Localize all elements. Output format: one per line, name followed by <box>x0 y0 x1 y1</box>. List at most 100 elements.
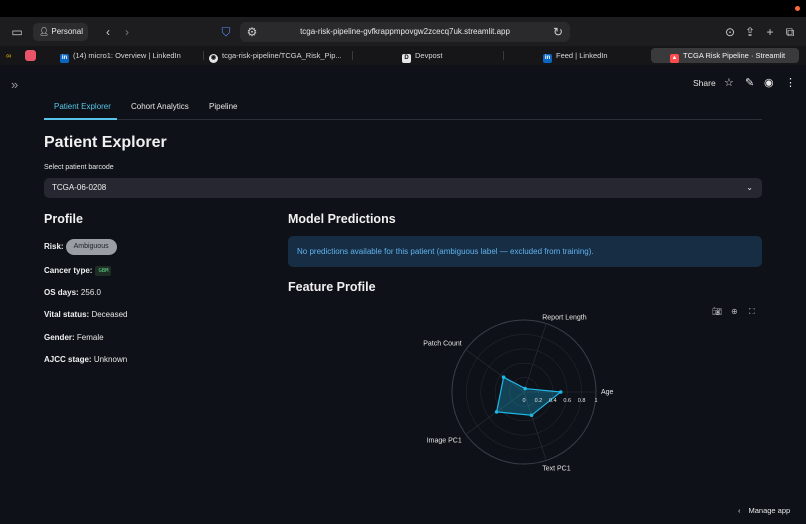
edit-icon[interactable]: ✎ <box>745 76 754 89</box>
tab-label: Devpost <box>415 51 443 60</box>
linkedin-icon: in <box>543 54 552 63</box>
radar-axis-label: Image PC1 <box>427 437 462 444</box>
browser-tab-bar: ∞ in (14) micro1: Overview | LinkedIn ◉ tc… <box>0 46 806 65</box>
ajcc-stage-row: AJCC stage: Unknown <box>44 355 127 364</box>
address-bar[interactable]: ⚙ tcga-risk-pipeline-gvfkrappmpovgw2zcec… <box>240 22 570 42</box>
cancer-type-code: GBM <box>95 266 112 276</box>
vital-status-value: Deceased <box>91 310 128 319</box>
model-predictions-heading: Model Predictions <box>288 212 396 226</box>
radar-data-point <box>501 375 506 379</box>
recording-indicator <box>795 6 800 11</box>
share-icon[interactable]: ⇪ <box>742 24 758 40</box>
pinned-tab-icon[interactable] <box>25 50 36 61</box>
menu-strip <box>0 0 806 17</box>
radar-axis-label: Age <box>601 389 614 396</box>
ajcc-stage-value: Unknown <box>93 355 128 364</box>
chevron-down-icon: ⌄ <box>746 183 753 192</box>
info-alert: No predictions available for this patien… <box>288 236 762 267</box>
browser-tab-streamlit[interactable]: ▲ TCGA Risk Pipeline · Streamlit <box>651 48 799 63</box>
new-tab-icon[interactable]: + <box>762 24 778 40</box>
tab-label: (14) micro1: Overview | LinkedIn <box>73 51 181 60</box>
person-icon: 👤︎ <box>39 27 50 36</box>
zoom-icon[interactable]: ⊕ <box>731 307 738 316</box>
browser-tab-linkedin-micro1[interactable]: in (14) micro1: Overview | LinkedIn <box>60 48 200 63</box>
tab-label: Feed | LinkedIn <box>556 51 608 60</box>
radar-tick-label: 0.2 <box>535 398 543 404</box>
radar-axis-label: Patch Count <box>423 341 462 348</box>
feature-profile-heading: Feature Profile <box>288 280 376 294</box>
tab-separator <box>203 51 204 60</box>
expand-sidebar-icon[interactable]: » <box>11 77 18 92</box>
radar-tick-label: 0.6 <box>563 398 571 404</box>
browser-toolbar: ▭ 👤︎ Personal ⌄ ‹ › ⛉ ⚙ tcga-risk-pipeli… <box>0 17 806 54</box>
browser-tab-github[interactable]: ◉ tcga-risk-pipeline/TCGA_Risk_Pip... <box>209 48 349 63</box>
radar-axis-label: Text PC1 <box>542 465 571 472</box>
linkedin-icon: in <box>60 54 69 63</box>
camera-icon[interactable]: 📷︎ <box>712 307 722 316</box>
tab-cohort-analytics[interactable]: Cohort Analytics <box>131 102 189 111</box>
gender-value: Female <box>76 333 104 342</box>
extension-icon[interactable]: ∞ <box>6 48 20 63</box>
gender-label: Gender: <box>44 333 75 342</box>
manage-app-button[interactable]: ‹ Manage app <box>738 506 790 515</box>
risk-row: Risk: Ambiguous <box>44 239 117 255</box>
vital-status-row: Vital status: Deceased <box>44 310 127 319</box>
radar-tick-label: 1 <box>594 398 597 404</box>
radar-data-point <box>558 390 563 394</box>
tab-list: Patient Explorer Cohort Analytics Pipeli… <box>44 96 762 120</box>
profile-label: Personal <box>51 27 83 36</box>
tab-separator <box>352 51 353 60</box>
info-alert-text: No predictions available for this patien… <box>297 247 594 256</box>
devpost-icon: D <box>402 54 411 63</box>
browser-tab-devpost[interactable]: D Devpost <box>402 48 462 63</box>
tab-label: TCGA Risk Pipeline · Streamlit <box>683 51 786 60</box>
share-button[interactable]: Share <box>693 78 716 88</box>
tab-pipeline[interactable]: Pipeline <box>209 102 237 111</box>
risk-label: Risk: <box>44 242 64 251</box>
radar-data-point <box>494 410 499 414</box>
forward-icon[interactable]: › <box>119 24 135 40</box>
url-text: tcga-risk-pipeline-gvfkrappmpovgw2zcecq7… <box>300 27 510 36</box>
streamlit-icon: ▲ <box>670 54 679 63</box>
github-icon: ◉ <box>209 54 218 63</box>
os-days-value: 256.0 <box>80 288 101 297</box>
tab-overview-icon[interactable]: ⧉ <box>782 24 798 40</box>
profile-heading: Profile <box>44 212 83 226</box>
browser-tab-linkedin-feed[interactable]: in Feed | LinkedIn <box>543 48 623 63</box>
profile-switcher[interactable]: 👤︎ Personal ⌄ <box>33 23 88 54</box>
shield-icon[interactable]: ⛉ <box>218 24 234 40</box>
back-icon[interactable]: ‹ <box>100 24 116 40</box>
star-icon[interactable]: ☆ <box>724 76 734 89</box>
github-icon[interactable]: ◉ <box>764 76 774 89</box>
chevron-left-icon: ‹ <box>738 506 741 515</box>
radar-axis-label: Report Length <box>542 315 586 322</box>
page-title: Patient Explorer <box>44 134 167 151</box>
sidebar-toggle-icon[interactable]: ▭ <box>9 24 25 40</box>
tab-label: tcga-risk-pipeline/TCGA_Risk_Pip... <box>222 51 342 60</box>
select-value: TCGA-06-0208 <box>52 183 107 192</box>
patient-barcode-select[interactable]: TCGA-06-0208 ⌄ <box>44 178 762 198</box>
radar-data-point <box>529 413 534 418</box>
cancer-type-label: Cancer type: <box>44 266 93 275</box>
radar-data-point <box>523 386 527 391</box>
gender-row: Gender: Female <box>44 333 104 342</box>
manage-app-label: Manage app <box>748 506 791 515</box>
os-days-label: OS days: <box>44 288 79 297</box>
active-tab-indicator <box>44 118 117 120</box>
fullscreen-icon[interactable]: ⛶ <box>749 307 755 317</box>
radar-chart: 0 0.2 0.4 0.6 0.8 1 Age Report Length Patch Coun… <box>423 315 614 473</box>
reload-icon[interactable]: ↻ <box>550 24 566 40</box>
more-menu-icon[interactable]: ⋮ <box>785 76 796 89</box>
radar-tick-label: 0.4 <box>549 398 557 404</box>
vital-status-label: Vital status: <box>44 310 90 319</box>
os-days-row: OS days: 256.0 <box>44 288 101 297</box>
cancer-type-row: Cancer type: GBM <box>44 266 112 276</box>
download-icon[interactable]: ⊙ <box>722 24 738 40</box>
risk-badge: Ambiguous <box>65 239 117 255</box>
ajcc-stage-label: AJCC stage: <box>44 355 92 364</box>
radar-tick-label: 0 <box>522 398 525 404</box>
radar-tick-label: 0.8 <box>578 398 586 404</box>
tab-separator <box>503 51 504 60</box>
select-label: Select patient barcode <box>44 164 114 171</box>
tab-patient-explorer[interactable]: Patient Explorer <box>54 102 111 111</box>
